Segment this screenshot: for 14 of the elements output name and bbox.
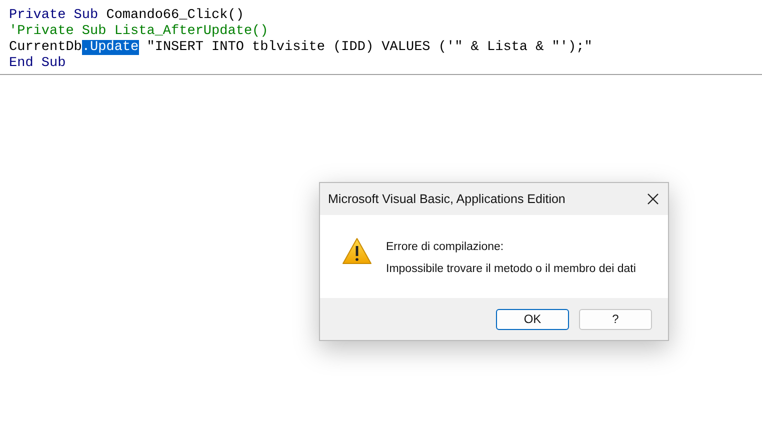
- code-keyword: End Sub: [9, 56, 66, 71]
- code-text: Comando66_Click(): [105, 8, 244, 23]
- selected-code: .Update: [82, 40, 139, 55]
- close-icon[interactable]: [647, 193, 659, 205]
- code-keyword: Private Sub: [9, 8, 98, 23]
- ok-button[interactable]: OK: [496, 308, 569, 330]
- code-text: CurrentDb: [9, 40, 82, 55]
- code-comment: 'Private Sub Lista_AfterUpdate(): [9, 24, 268, 39]
- error-message: Impossibile trovare il metodo o il membro dei dati: [386, 263, 636, 275]
- dialog-title: Microsoft Visual Basic, Applications Edition: [328, 192, 566, 206]
- error-heading: Errore di compilazione:: [386, 241, 505, 253]
- help-button[interactable]: ?: [579, 308, 652, 330]
- warning-icon: [342, 237, 372, 265]
- code-text: "INSERT INTO tblvisite (IDD) VALUES ('" & Lista & "');": [146, 40, 592, 55]
